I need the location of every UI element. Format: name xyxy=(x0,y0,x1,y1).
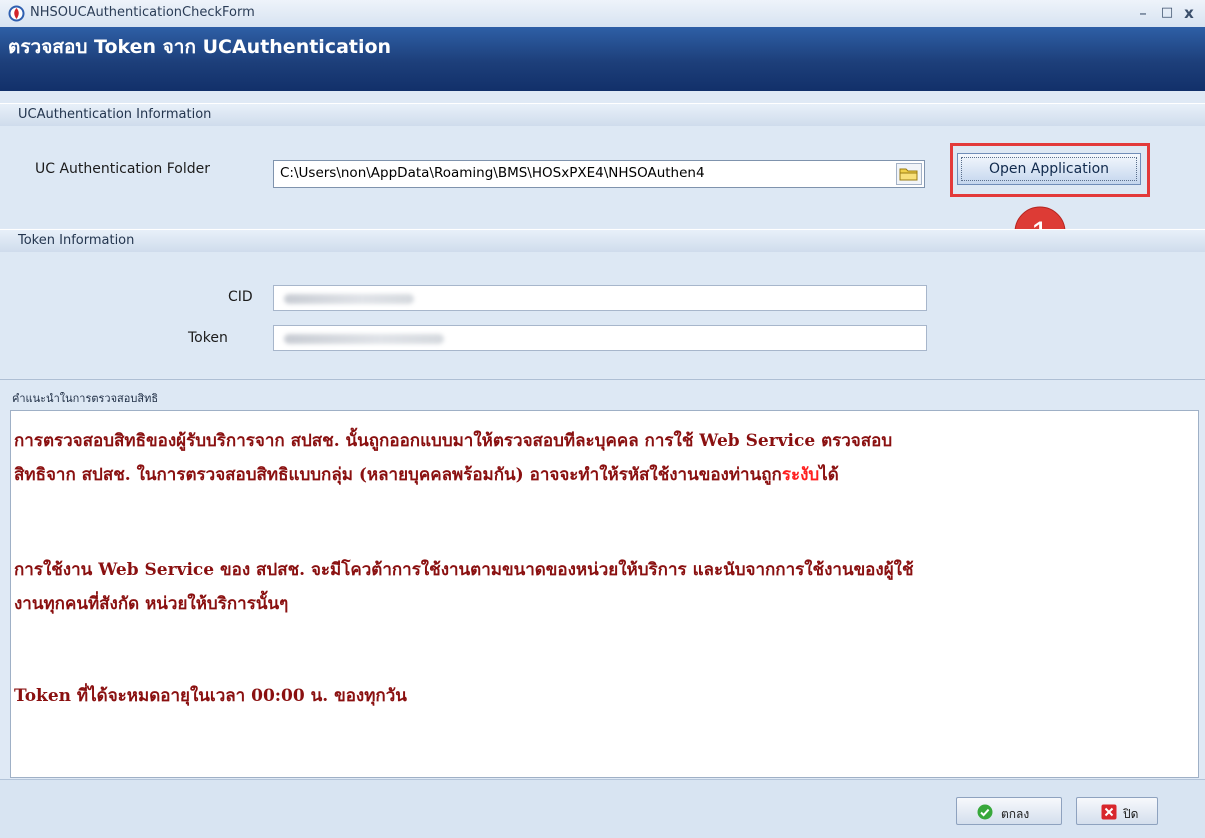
folder-path-input[interactable]: C:\Users\non\AppData\Roaming\BMS\HOSxPXE… xyxy=(273,160,925,188)
token-section-body xyxy=(0,252,1205,378)
advice-line-3: การใช้งาน Web Service ของ สปสช. จะมีโควต… xyxy=(14,560,914,580)
advice-text-area: การตรวจสอบสิทธิของผู้รับบริการจาก สปสช. … xyxy=(10,410,1199,778)
page-title: ตรวจสอบ Token จาก UCAuthentication xyxy=(8,36,392,58)
folder-label: UC Authentication Folder xyxy=(35,161,210,177)
uc-section-title: UCAuthentication Information xyxy=(18,107,212,122)
ok-button[interactable]: ตกลง xyxy=(956,797,1062,825)
close-x-icon xyxy=(1101,804,1117,820)
uc-section-header: UCAuthentication Information xyxy=(0,103,1205,127)
ok-label: ตกลง xyxy=(1001,807,1030,821)
redacted-cid xyxy=(284,294,414,304)
advice-header-bar xyxy=(0,379,1205,410)
browse-folder-button[interactable] xyxy=(896,163,922,185)
advice-line-2: สิทธิจาก สปสช. ในการตรวจสอบสิทธิแบบกลุ่ม… xyxy=(14,465,839,485)
cid-field[interactable] xyxy=(273,285,927,311)
token-section-title: Token Information xyxy=(18,233,135,248)
advice-line-4: งานทุกคนที่สังกัด หน่วยให้บริการนั้นๆ xyxy=(14,594,289,614)
folder-icon xyxy=(899,168,918,181)
redacted-token xyxy=(284,334,444,344)
token-field[interactable] xyxy=(273,325,927,351)
close-label: ปิด xyxy=(1123,807,1139,821)
highlight-annotation xyxy=(950,143,1150,197)
advice-line-5: Token ที่ได้จะหมดอายุในเวลา 00:00 น. ของ… xyxy=(14,686,407,706)
maximize-button[interactable]: □ xyxy=(1156,3,1178,23)
app-logo-icon xyxy=(8,5,25,22)
minimize-button[interactable]: – xyxy=(1132,3,1154,23)
token-label: Token xyxy=(188,330,228,346)
cid-label: CID xyxy=(228,289,253,305)
advice-title: คำแนะนำในการตรวจสอบสิทธิ xyxy=(12,392,159,405)
advice-line-1: การตรวจสอบสิทธิของผู้รับบริการจาก สปสช. … xyxy=(14,431,893,451)
check-icon xyxy=(977,804,993,820)
token-section-header: Token Information xyxy=(0,229,1205,253)
close-button[interactable]: ปิด xyxy=(1076,797,1158,825)
close-window-button[interactable]: x xyxy=(1178,3,1200,23)
window-title: NHSOUCAuthenticationCheckForm xyxy=(30,5,255,20)
suspend-word: ระงับ xyxy=(781,465,820,485)
